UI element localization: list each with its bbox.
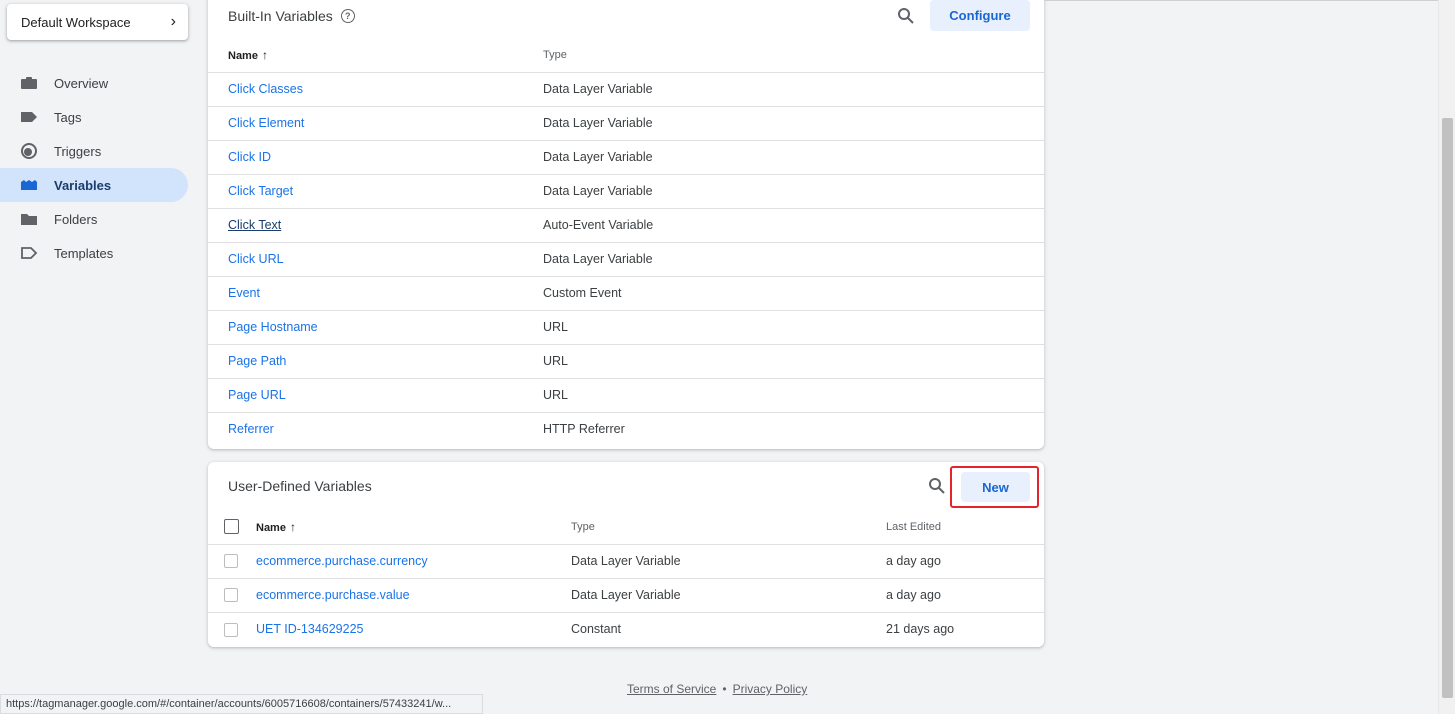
tag-icon — [20, 110, 38, 124]
sidebar-nav: Overview Tags Triggers Variables Folders… — [0, 66, 190, 270]
builtin-variables-card: Built-In Variables ? Configure Name ↑ Typ… — [208, 0, 1044, 449]
variable-type: URL — [543, 378, 1044, 413]
row-checkbox[interactable] — [224, 588, 238, 603]
variable-link[interactable]: Page Hostname — [228, 320, 318, 334]
status-bar-url: https://tagmanager.google.com/#/containe… — [0, 694, 483, 714]
workspace-label: Default Workspace — [21, 14, 131, 30]
sort-arrow-up-icon: ↑ — [289, 519, 296, 534]
table-row: Click Text Auto-Event Variable — [208, 208, 1044, 243]
sidebar-item-overview[interactable]: Overview — [0, 66, 188, 100]
divider — [1044, 0, 1438, 1]
workspace-selector[interactable]: Default Workspace › — [7, 4, 188, 40]
sidebar-item-triggers[interactable]: Triggers — [0, 134, 188, 168]
sidebar-item-tags[interactable]: Tags — [0, 100, 188, 134]
col-name-header[interactable]: Name ↑ — [208, 38, 543, 73]
variable-type: Data Layer Variable — [571, 578, 886, 613]
select-all-checkbox[interactable] — [224, 519, 239, 535]
sidebar-item-label: Templates — [54, 245, 114, 261]
variable-link[interactable]: ecommerce.purchase.value — [256, 588, 410, 602]
table-row: UET ID-134629225 Constant 21 days ago — [208, 612, 1044, 646]
variable-type: Data Layer Variable — [571, 544, 886, 579]
variable-link[interactable]: Click Text — [228, 218, 281, 232]
table-row: Referrer HTTP Referrer — [208, 412, 1044, 446]
variable-link[interactable]: Click Classes — [228, 82, 303, 96]
variable-type: Data Layer Variable — [543, 140, 1044, 175]
search-icon[interactable] — [928, 477, 946, 495]
privacy-link[interactable]: Privacy Policy — [733, 682, 808, 696]
user-defined-variables-card: User-Defined Variables New Name ↑ Type La… — [208, 462, 1044, 647]
table-row: Click Target Data Layer Variable — [208, 174, 1044, 209]
table-row: Click Classes Data Layer Variable — [208, 72, 1044, 107]
col-name-header[interactable]: Name ↑ — [256, 510, 571, 545]
variable-link[interactable]: Referrer — [228, 422, 274, 436]
builtin-title: Built-In Variables ? — [228, 8, 355, 24]
briefcase-icon — [20, 76, 38, 90]
variable-link[interactable]: Page Path — [228, 354, 286, 368]
col-type-header: Type — [543, 38, 1044, 73]
table-row: ecommerce.purchase.currency Data Layer V… — [208, 544, 1044, 579]
row-checkbox[interactable] — [224, 622, 238, 637]
sidebar-item-label: Variables — [54, 177, 112, 193]
userdef-table: Name ↑ Type Last Edited ecommerce.purchas… — [208, 510, 1044, 646]
trigger-icon — [20, 143, 38, 159]
table-row: Page Path URL — [208, 344, 1044, 379]
template-icon — [20, 246, 38, 260]
last-edited: 21 days ago — [886, 622, 955, 637]
sidebar-item-label: Tags — [54, 109, 82, 125]
variable-type: Custom Event — [543, 276, 1044, 311]
sidebar-item-label: Overview — [54, 75, 109, 91]
variable-type: Data Layer Variable — [543, 174, 1044, 209]
configure-button[interactable]: Configure — [930, 0, 1030, 31]
col-last-edited-header: Last Edited — [886, 510, 1044, 545]
variable-link[interactable]: ecommerce.purchase.currency — [256, 554, 428, 568]
variable-type: Data Layer Variable — [543, 106, 1044, 141]
footer-separator: • — [722, 682, 727, 696]
sidebar-item-label: Folders — [54, 211, 98, 227]
sidebar-item-templates[interactable]: Templates — [0, 236, 188, 270]
search-icon[interactable] — [897, 7, 915, 25]
variable-link[interactable]: Click Target — [228, 184, 293, 198]
table-row: Click URL Data Layer Variable — [208, 242, 1044, 277]
footer: Terms of Service • Privacy Policy — [627, 682, 807, 696]
variable-type: URL — [543, 344, 1044, 379]
folder-icon — [20, 212, 38, 226]
chevron-right-icon: › — [170, 13, 176, 30]
variable-link[interactable]: Page URL — [228, 388, 286, 402]
variable-link[interactable]: UET ID-134629225 — [256, 622, 363, 636]
table-row: Page URL URL — [208, 378, 1044, 413]
sidebar-item-label: Triggers — [54, 143, 102, 159]
variables-icon — [20, 178, 38, 192]
table-row: ecommerce.purchase.value Data Layer Vari… — [208, 578, 1044, 613]
table-row: Page Hostname URL — [208, 310, 1044, 345]
variable-type: Data Layer Variable — [543, 242, 1044, 277]
variable-type: URL — [543, 310, 1044, 345]
builtin-table: Name ↑ Type Click Classes Data Layer Varia… — [208, 38, 1044, 446]
variable-type: HTTP Referrer — [543, 422, 625, 437]
scrollbar-thumb[interactable] — [1442, 118, 1453, 698]
sort-arrow-up-icon: ↑ — [261, 47, 268, 62]
vertical-scrollbar[interactable] — [1438, 0, 1455, 714]
variable-type: Auto-Event Variable — [543, 208, 1044, 243]
last-edited: a day ago — [886, 578, 1044, 613]
variable-type: Data Layer Variable — [543, 72, 1044, 107]
table-row: Click Element Data Layer Variable — [208, 106, 1044, 141]
new-button-highlight — [950, 466, 1039, 508]
variable-type: Constant — [571, 622, 622, 637]
variable-link[interactable]: Click Element — [228, 116, 304, 130]
variable-link[interactable]: Click ID — [228, 150, 271, 164]
variable-link[interactable]: Click URL — [228, 252, 284, 266]
help-icon[interactable]: ? — [340, 9, 355, 23]
table-row: Event Custom Event — [208, 276, 1044, 311]
variable-link[interactable]: Event — [228, 286, 260, 300]
last-edited: a day ago — [886, 544, 1044, 579]
userdef-title: User-Defined Variables — [228, 478, 372, 494]
sidebar-item-variables[interactable]: Variables — [0, 168, 188, 202]
card-title-text: Built-In Variables — [228, 8, 333, 24]
sidebar-item-folders[interactable]: Folders — [0, 202, 188, 236]
col-type-header: Type — [571, 510, 886, 545]
table-row: Click ID Data Layer Variable — [208, 140, 1044, 175]
row-checkbox[interactable] — [224, 554, 238, 569]
terms-link[interactable]: Terms of Service — [627, 682, 716, 696]
